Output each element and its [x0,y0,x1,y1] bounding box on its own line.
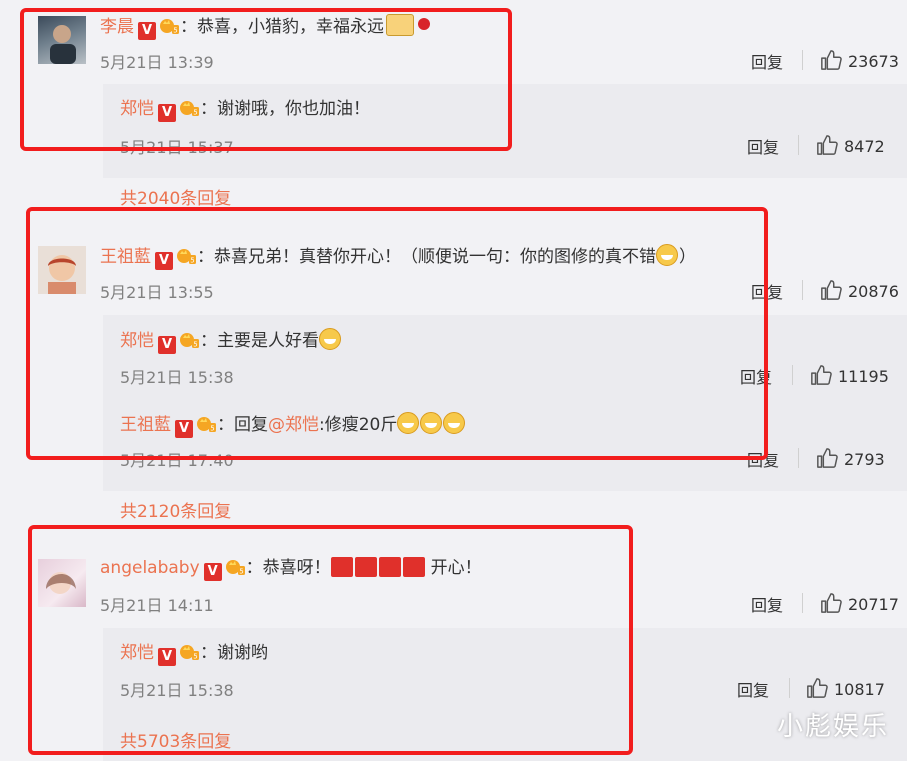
reply-button[interactable]: 回复 [737,677,769,701]
divider [802,593,803,613]
username[interactable]: 郑恺 [120,643,154,663]
member-crown-icon [180,643,200,661]
comment-header: 李晨 V ：恭喜，小猎豹，幸福永远 [100,14,430,40]
like-button[interactable]: 23673 [820,49,899,71]
comment-header: 王祖藍 V ：恭喜兄弟！真替你开心！（顺便说一句：你的图修的真不错 ） [100,244,696,270]
comment-time: 5月21日 13:55 [100,283,214,302]
rose-icon [418,18,430,30]
like-count: 2793 [844,450,885,469]
like-count: 11195 [838,367,889,386]
thumbs-up-icon [820,49,842,71]
like-count: 20876 [848,282,899,301]
thumbs-up-icon [806,677,828,699]
view-more-replies-link[interactable]: 共2120条回复 [120,497,231,522]
comment-text: ：恭喜，小猎豹，幸福永远 [180,17,384,37]
reply-text-prefix: ：回复 [217,415,268,435]
grin-emoji-icon [319,328,341,350]
verified-badge-icon: V [138,22,156,40]
mention-link[interactable]: @郑恺 [268,415,319,435]
like-count: 10817 [834,680,885,699]
member-crown-icon [226,558,246,576]
member-crown-icon [160,17,180,35]
comment-time: 5月21日 14:11 [100,596,214,615]
beer-emoji-icon [386,14,414,36]
username[interactable]: 王祖藍 [120,415,171,435]
member-crown-icon [180,99,200,117]
like-button[interactable]: 2793 [816,447,885,469]
reply-text: ：谢谢哟 [200,643,268,663]
verified-badge-icon: V [175,420,193,438]
avatar[interactable] [38,559,86,607]
watermark: 小彪娱乐 [776,712,889,742]
grin-emoji-icon [656,244,678,266]
like-button[interactable]: 10817 [806,677,885,699]
reply-time: 5月21日 17:40 [120,451,234,470]
like-button[interactable]: 20876 [820,279,899,301]
laugh-cry-emoji-icon [397,412,420,434]
divider [802,50,803,70]
reply-button[interactable]: 回复 [747,134,779,158]
reply-time: 5月21日 15:38 [120,368,234,387]
reply-header: 郑恺 V ：谢谢哟 [120,642,268,666]
comment-header: angelababy V ：恭喜呀！ 开心！ [100,557,482,581]
reply-time: 5月21日 15:37 [120,138,234,157]
divider [792,365,793,385]
thumbs-up-icon [820,592,842,614]
reply-button[interactable]: 回复 [751,49,783,73]
comment-text-end: 开心！ [430,558,482,578]
avatar[interactable] [38,246,86,294]
reply-header: 王祖藍 V ：回复@郑恺:修瘦20斤 [120,412,466,438]
like-button[interactable]: 20717 [820,592,899,614]
member-crown-icon [177,247,197,265]
double-happiness-icon [402,557,425,577]
thumbs-up-icon [820,279,842,301]
verified-badge-icon: V [158,648,176,666]
reply-time: 5月21日 15:38 [120,681,234,700]
comment-text: ：恭喜呀！ [245,558,331,578]
thumbs-up-icon [816,447,838,469]
username[interactable]: 王祖藍 [100,247,151,267]
reply-header: 郑恺 V ：谢谢哦，你也加油！ [120,98,370,122]
verified-badge-icon: V [155,252,173,270]
double-happiness-icon [354,557,377,577]
avatar[interactable] [38,16,86,64]
reply-button[interactable]: 回复 [751,592,783,616]
reply-text: :修瘦20斤 [319,415,398,435]
username[interactable]: 郑恺 [120,99,154,119]
laugh-cry-emoji-icon [420,412,443,434]
username[interactable]: 李晨 [100,17,134,37]
reply-text: ：谢谢哦，你也加油！ [200,99,370,119]
reply-button[interactable]: 回复 [740,364,772,388]
comment-time: 5月21日 13:39 [100,53,214,72]
like-button[interactable]: 8472 [816,134,885,156]
double-happiness-icon [378,557,401,577]
divider [798,448,799,468]
verified-badge-icon: V [158,104,176,122]
divider [802,280,803,300]
thumbs-up-icon [810,364,832,386]
member-crown-icon [197,415,217,433]
reply-button[interactable]: 回复 [747,447,779,471]
like-count: 8472 [844,137,885,156]
comment-text: ：恭喜兄弟！真替你开心！（顺便说一句：你的图修的真不错 [197,247,656,267]
laugh-cry-emoji-icon [443,412,466,434]
comment-text-end: ） [679,247,696,267]
verified-badge-icon: V [158,336,176,354]
divider [798,135,799,155]
username[interactable]: angelababy [100,558,200,578]
view-more-replies-link[interactable]: 共2040条回复 [120,184,231,209]
reply-button[interactable]: 回复 [751,279,783,303]
verified-badge-icon: V [203,563,222,581]
reply-header: 郑恺 V ：主要是人好看 [120,328,342,354]
username[interactable]: 郑恺 [120,331,154,351]
like-button[interactable]: 11195 [810,364,889,386]
view-more-replies-link[interactable]: 共5703条回复 [120,727,231,752]
reply-text: ：主要是人好看 [200,331,319,351]
member-crown-icon [180,331,200,349]
thumbs-up-icon [816,134,838,156]
divider [789,678,790,698]
like-count: 20717 [848,595,899,614]
double-happiness-icon [330,557,353,577]
like-count: 23673 [848,52,899,71]
